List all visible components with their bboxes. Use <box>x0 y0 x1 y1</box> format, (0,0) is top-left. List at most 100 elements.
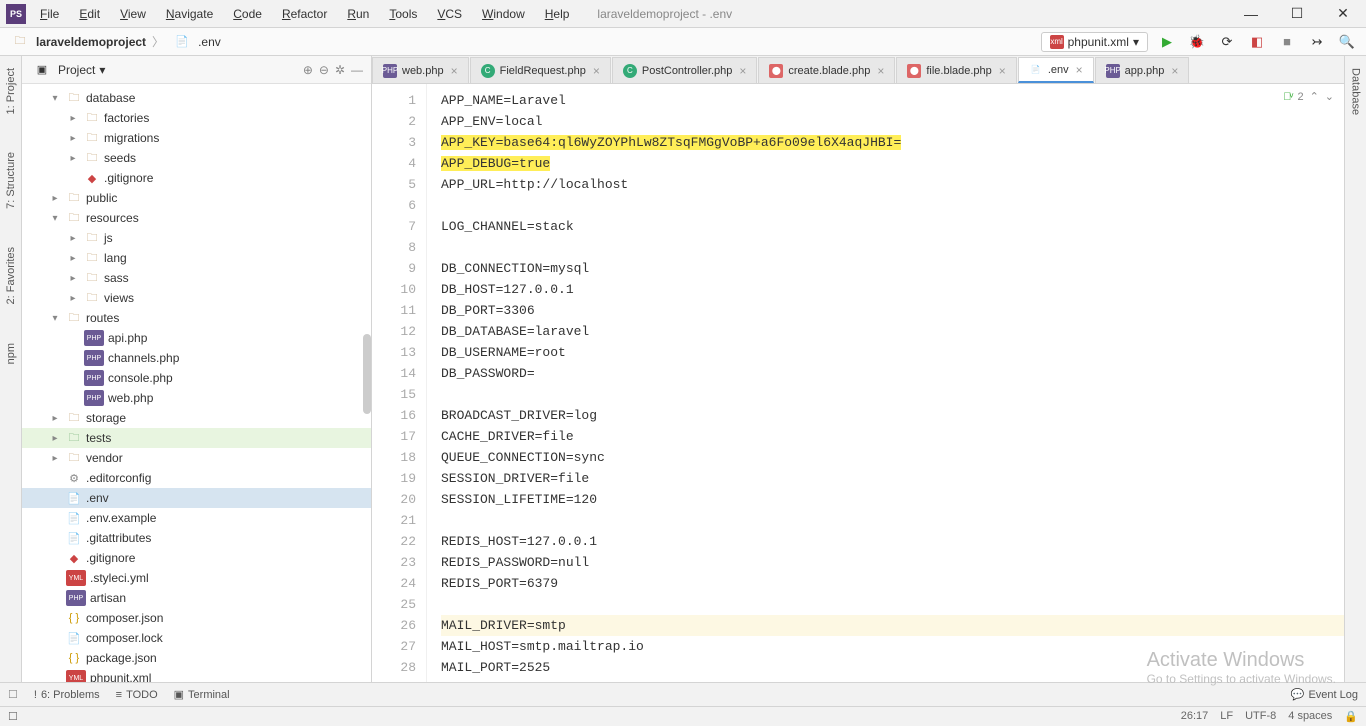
code-line-2[interactable]: APP_ENV=local <box>441 111 1344 132</box>
tree-node--gitattributes[interactable]: 📄.gitattributes <box>22 528 371 548</box>
project-tree[interactable]: ▾🗀database▸🗀factories▸🗀migrations▸🗀seeds… <box>22 84 371 682</box>
panel-tool-1[interactable]: ⊖ <box>319 63 329 77</box>
tree-node-vendor[interactable]: ▸🗀vendor <box>22 448 371 468</box>
cursor-position[interactable]: 26:17 <box>1181 710 1209 723</box>
code-line-14[interactable]: DB_PASSWORD= <box>441 363 1344 384</box>
editor-body[interactable]: 1234567891011121314151617181920212223242… <box>372 84 1344 682</box>
tree-arrow-icon[interactable]: ▸ <box>48 433 62 444</box>
tree-node-factories[interactable]: ▸🗀factories <box>22 108 371 128</box>
tree-node-migrations[interactable]: ▸🗀migrations <box>22 128 371 148</box>
close-icon[interactable]: × <box>1171 64 1178 78</box>
tab--env[interactable]: 📄.env× <box>1018 57 1094 83</box>
tree-node-artisan[interactable]: PHPartisan <box>22 588 371 608</box>
tree-node-channels-php[interactable]: PHPchannels.php <box>22 348 371 368</box>
tree-node-composer-json[interactable]: { }composer.json <box>22 608 371 628</box>
line-separator[interactable]: LF <box>1220 710 1233 723</box>
tree-arrow-icon[interactable]: ▸ <box>66 273 80 284</box>
code-line-25[interactable] <box>441 594 1344 615</box>
code-line-27[interactable]: MAIL_HOST=smtp.mailtrap.io <box>441 636 1344 657</box>
code-line-23[interactable]: REDIS_PASSWORD=null <box>441 552 1344 573</box>
rail-npm[interactable]: npm <box>5 339 17 368</box>
code-line-28[interactable]: MAIL_PORT=2525 <box>441 657 1344 678</box>
breadcrumb-project[interactable]: 🗀laraveldemoproject <box>8 34 146 50</box>
tree-node-database[interactable]: ▾🗀database <box>22 88 371 108</box>
event-log-button[interactable]: 💬 Event Log <box>1291 688 1358 701</box>
tree-node-tests[interactable]: ▸🗀tests <box>22 428 371 448</box>
close-icon[interactable]: × <box>999 64 1006 78</box>
tree-node-resources[interactable]: ▾🗀resources <box>22 208 371 228</box>
code-line-10[interactable]: DB_HOST=127.0.0.1 <box>441 279 1344 300</box>
expand-icon[interactable]: ☐ <box>8 688 18 701</box>
code-line-24[interactable]: REDIS_PORT=6379 <box>441 573 1344 594</box>
code-line-11[interactable]: DB_PORT=3306 <box>441 300 1344 321</box>
code-line-5[interactable]: APP_URL=http://localhost <box>441 174 1344 195</box>
editor-inspections[interactable]: ✔ͮ 2 ⌃ ⌄ <box>1283 90 1334 103</box>
profile-button[interactable]: ◧ <box>1246 31 1268 53</box>
tree-node--styleci-yml[interactable]: YML.styleci.yml <box>22 568 371 588</box>
tab-create-blade-php[interactable]: ⬤create.blade.php× <box>758 57 895 83</box>
tab-fieldrequest-php[interactable]: CFieldRequest.php× <box>470 57 611 83</box>
tab-web-php[interactable]: PHPweb.php× <box>372 57 469 83</box>
tree-node-lang[interactable]: ▸🗀lang <box>22 248 371 268</box>
tree-node-routes[interactable]: ▾🗀routes <box>22 308 371 328</box>
tree-arrow-icon[interactable]: ▾ <box>48 213 62 224</box>
debug-button[interactable]: 🐞 <box>1186 31 1208 53</box>
code-line-19[interactable]: SESSION_DRIVER=file <box>441 468 1344 489</box>
minimize-button[interactable]: — <box>1228 0 1274 28</box>
update-button[interactable]: ↣ <box>1306 31 1328 53</box>
scrollbar-thumb[interactable] <box>363 334 371 414</box>
prev-highlight-icon[interactable]: ⌃ <box>1310 90 1319 103</box>
next-highlight-icon[interactable]: ⌄ <box>1325 90 1334 103</box>
code-line-13[interactable]: DB_USERNAME=root <box>441 342 1344 363</box>
tab-file-blade-php[interactable]: ⬤file.blade.php× <box>896 57 1016 83</box>
status-icon[interactable]: ☐ <box>8 710 18 723</box>
run-configuration-selector[interactable]: xml phpunit.xml ▾ <box>1041 32 1148 52</box>
menu-vcs[interactable]: VCS <box>429 3 470 25</box>
tree-node-api-php[interactable]: PHPapi.php <box>22 328 371 348</box>
code-line-7[interactable]: LOG_CHANNEL=stack <box>441 216 1344 237</box>
tree-node-public[interactable]: ▸🗀public <box>22 188 371 208</box>
code-line-1[interactable]: APP_NAME=Laravel <box>441 90 1344 111</box>
code-line-26[interactable]: MAIL_DRIVER=smtp <box>441 615 1344 636</box>
tree-node-sass[interactable]: ▸🗀sass <box>22 268 371 288</box>
close-icon[interactable]: × <box>1076 63 1083 77</box>
close-icon[interactable]: × <box>593 64 600 78</box>
tree-arrow-icon[interactable]: ▸ <box>66 233 80 244</box>
panel-tool-0[interactable]: ⊕ <box>303 63 313 77</box>
tree-node-web-php[interactable]: PHPweb.php <box>22 388 371 408</box>
tree-arrow-icon[interactable]: ▸ <box>66 113 80 124</box>
tree-arrow-icon[interactable]: ▾ <box>48 93 62 104</box>
menu-window[interactable]: Window <box>474 3 533 25</box>
code-line-8[interactable] <box>441 237 1344 258</box>
menu-refactor[interactable]: Refactor <box>274 3 335 25</box>
menu-file[interactable]: File <box>32 3 67 25</box>
tree-node--editorconfig[interactable]: ⚙.editorconfig <box>22 468 371 488</box>
indent-setting[interactable]: 4 spaces <box>1288 710 1332 723</box>
tree-node-composer-lock[interactable]: 📄composer.lock <box>22 628 371 648</box>
project-panel-title[interactable]: ▣ Project ▾ <box>30 62 105 78</box>
code-line-22[interactable]: REDIS_HOST=127.0.0.1 <box>441 531 1344 552</box>
lock-icon[interactable]: 🔒 <box>1344 710 1358 723</box>
code-line-16[interactable]: BROADCAST_DRIVER=log <box>441 405 1344 426</box>
maximize-button[interactable]: ☐ <box>1274 0 1320 28</box>
menu-run[interactable]: Run <box>339 3 377 25</box>
code-line-9[interactable]: DB_CONNECTION=mysql <box>441 258 1344 279</box>
tree-arrow-icon[interactable]: ▸ <box>48 413 62 424</box>
code-line-3[interactable]: APP_KEY=base64:ql6WyZOYPhLw8ZTsqFMGgVoBP… <box>441 132 1344 153</box>
menu-help[interactable]: Help <box>537 3 578 25</box>
tool-6--problems[interactable]: !6: Problems <box>34 688 100 701</box>
tree-arrow-icon[interactable]: ▾ <box>48 313 62 324</box>
menu-navigate[interactable]: Navigate <box>158 3 221 25</box>
code-line-18[interactable]: QUEUE_CONNECTION=sync <box>441 447 1344 468</box>
code-line-21[interactable] <box>441 510 1344 531</box>
rail----project[interactable]: 1: Project <box>5 64 17 118</box>
code-line-20[interactable]: SESSION_LIFETIME=120 <box>441 489 1344 510</box>
close-button[interactable]: ✕ <box>1320 0 1366 28</box>
stop-button[interactable]: ■ <box>1276 31 1298 53</box>
run-button[interactable]: ▶ <box>1156 31 1178 53</box>
tab-app-php[interactable]: PHPapp.php× <box>1095 57 1190 83</box>
close-icon[interactable]: × <box>451 64 458 78</box>
code-line-29[interactable]: MAIL_USERNAME=null <box>441 678 1344 682</box>
tree-node-console-php[interactable]: PHPconsole.php <box>22 368 371 388</box>
tree-node-js[interactable]: ▸🗀js <box>22 228 371 248</box>
